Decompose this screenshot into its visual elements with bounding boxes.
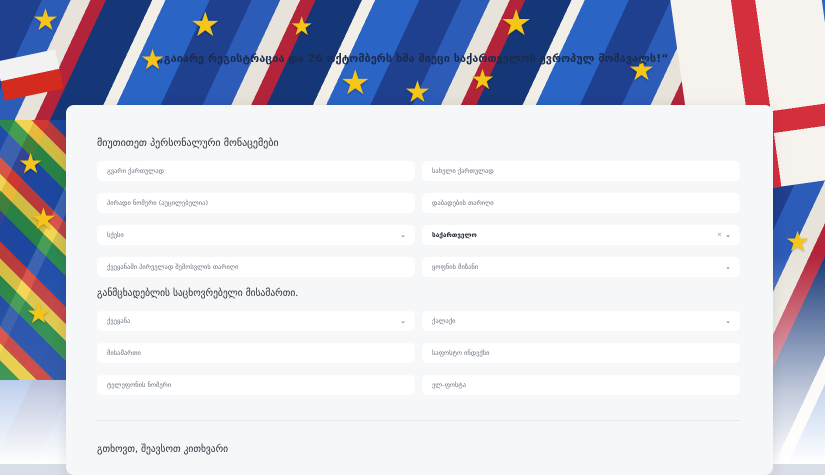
eu-star-icon: ★: [404, 75, 431, 110]
eu-star-icon: ★: [500, 3, 533, 44]
clear-icon[interactable]: ✕: [717, 232, 722, 239]
entry-date-placeholder: ქვეყანაში პირველად შემოსვლის თარიღი: [107, 263, 239, 271]
email-placeholder: ელ-ფოსტა: [432, 381, 466, 389]
personal-id-placeholder: პირადი ნომერი (აუცილებელია): [107, 199, 209, 207]
eu-star-icon: ★: [340, 63, 371, 103]
postal-code-placeholder: საფოსტო ინდექსი: [432, 349, 490, 357]
eu-star-icon: ★: [785, 225, 811, 258]
section-divider: [97, 420, 740, 421]
chevron-down-icon: ⌄: [400, 231, 406, 239]
postal-code-field[interactable]: საფოსტო ინდექსი: [422, 343, 740, 363]
phone-field[interactable]: ტელეფონის ნომერი: [97, 375, 415, 395]
stay-purpose-placeholder: ყოფნის მიზანი: [432, 263, 479, 271]
city-placeholder: ქალაქი: [432, 317, 456, 325]
chevron-down-icon: ⌄: [400, 317, 406, 325]
eu-star-icon: ★: [18, 147, 44, 180]
entry-date-field[interactable]: ქვეყანაში პირველად შემოსვლის თარიღი: [97, 257, 415, 277]
name-field[interactable]: სახელი ქართულად: [422, 161, 740, 181]
registration-form-card: მიუთითეთ პერსონალური მონაცემები გვარი ქა…: [66, 105, 773, 475]
citizenship-value: საქართველო: [432, 231, 477, 239]
eu-star-icon: ★: [32, 3, 59, 38]
eu-star-icon: ★: [470, 63, 496, 96]
stay-purpose-select[interactable]: ყოფნის მიზანი ⌄: [422, 257, 740, 277]
eu-star-icon: ★: [30, 202, 57, 237]
survey-section-title: გთხოვთ, შეავსოთ კითხვარი: [97, 444, 229, 455]
eu-star-icon: ★: [290, 12, 314, 42]
birth-date-field[interactable]: დაბადების თარიღი: [422, 193, 740, 213]
name-placeholder: სახელი ქართულად: [432, 167, 494, 175]
country-select[interactable]: ქვეყანა ⌄: [97, 311, 415, 331]
eu-star-icon: ★: [190, 5, 221, 45]
chevron-down-icon: ⌄: [725, 317, 731, 325]
personal-section-title: მიუთითეთ პერსონალური მონაცემები: [97, 138, 279, 149]
address-placeholder: მისამართი: [107, 349, 141, 357]
address-field[interactable]: მისამართი: [97, 343, 415, 363]
personal-id-field[interactable]: პირადი ნომერი (აუცილებელია): [97, 193, 415, 213]
citizenship-select[interactable]: საქართველო ✕ ⌄: [422, 225, 740, 245]
country-placeholder: ქვეყანა: [107, 317, 131, 325]
gender-select[interactable]: სქესი ⌄: [97, 225, 415, 245]
chevron-down-icon: ⌄: [725, 231, 731, 239]
email-field[interactable]: ელ-ფოსტა: [422, 375, 740, 395]
surname-field[interactable]: გვარი ქართულად: [97, 161, 415, 181]
city-select[interactable]: ქალაქი ⌄: [422, 311, 740, 331]
surname-placeholder: გვარი ქართულად: [107, 167, 164, 175]
address-section-title: განმცხადებლის საცხოვრებელი მისამართი.: [97, 288, 299, 299]
birth-date-placeholder: დაბადების თარიღი: [432, 199, 494, 207]
page-headline: „გაიარე რეგისტრაცია და 26 ოქტომბერს ხმა …: [156, 52, 669, 65]
chevron-down-icon: ⌄: [725, 263, 731, 271]
phone-placeholder: ტელეფონის ნომერი: [107, 381, 172, 389]
gender-placeholder: სქესი: [107, 231, 124, 239]
eu-star-icon: ★: [26, 297, 52, 330]
